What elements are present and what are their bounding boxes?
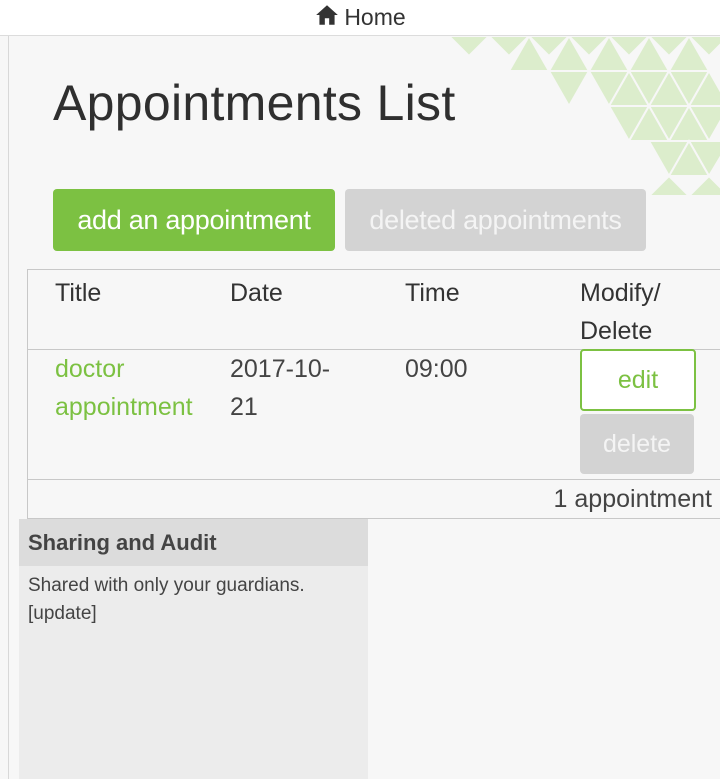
home-link[interactable]: Home: [314, 2, 406, 34]
sharing-update-link[interactable]: [update]: [28, 600, 359, 628]
delete-button[interactable]: delete: [580, 414, 694, 474]
page-title: Appointments List: [53, 75, 456, 131]
appointment-date-line2: 21: [230, 393, 258, 421]
home-label: Home: [344, 4, 406, 30]
home-icon: [314, 2, 340, 34]
header-time: Time: [405, 279, 460, 307]
decorative-triangle-pattern: [449, 36, 720, 196]
sharing-audit-panel: Sharing and Audit Shared with only your …: [19, 519, 368, 779]
header-modify-line1: Modify/: [580, 279, 661, 307]
header-date: Date: [230, 279, 283, 307]
sharing-text: Shared with only your guardians.: [28, 575, 305, 596]
sharing-heading: Sharing and Audit: [19, 519, 368, 566]
appointment-time: 09:00: [405, 355, 468, 383]
appointment-title-link[interactable]: doctor appointment: [55, 350, 193, 426]
header-title: Title: [55, 279, 102, 307]
deleted-appointments-button[interactable]: deleted appointments: [345, 189, 646, 251]
top-bar: Home: [0, 0, 720, 36]
add-appointment-button[interactable]: add an appointment: [53, 189, 335, 251]
header-modify-line2: Delete: [580, 317, 653, 345]
appointments-table: Title Date Time Modify/ Delete doctor ap…: [27, 269, 720, 519]
header-modify-delete: Modify/ Delete: [580, 274, 661, 350]
appointment-date-line1: 2017-10-: [230, 355, 331, 383]
page-content: Appointments List add an appointment del…: [8, 36, 720, 779]
sharing-body: Shared with only your guardians. [update…: [19, 566, 368, 634]
edit-button[interactable]: edit: [580, 349, 696, 411]
appointment-count: 1 appointment: [553, 485, 712, 513]
appointment-title-line2: appointment: [55, 393, 193, 421]
appointment-date: 2017-10- 21: [230, 350, 330, 426]
appointment-title-line1: doctor: [55, 355, 125, 383]
